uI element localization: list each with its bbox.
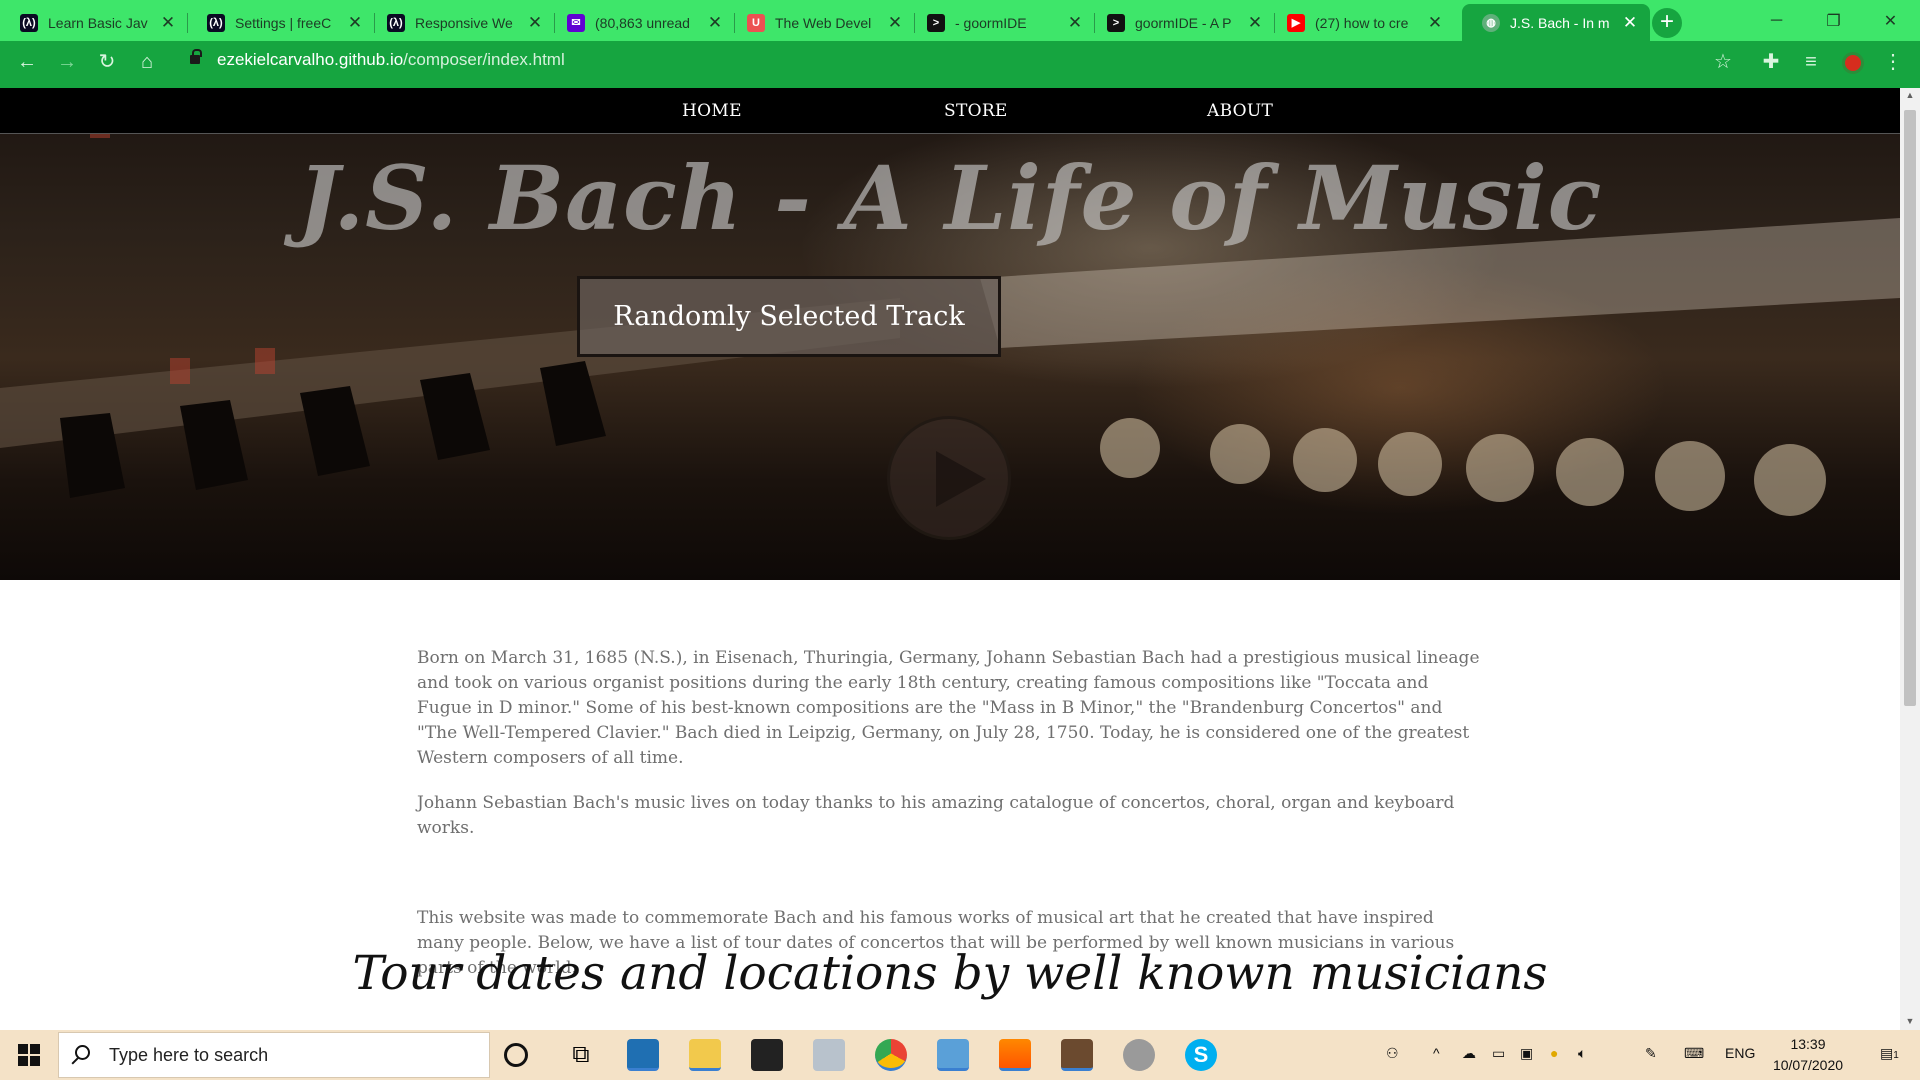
restore-button[interactable]: ❐	[1805, 0, 1862, 41]
vlc-icon[interactable]	[999, 1039, 1031, 1071]
extensions-icon[interactable]: ✚	[1758, 49, 1784, 75]
photos-app-icon[interactable]	[813, 1039, 845, 1071]
language-indicator[interactable]: ENG	[1725, 1045, 1755, 1061]
close-tab-icon[interactable]: ✕	[345, 13, 365, 33]
clock-time: 13:39	[1790, 1036, 1826, 1052]
minimize-button[interactable]: ─	[1748, 0, 1805, 41]
windows-start-icon[interactable]	[18, 1044, 40, 1066]
url-path: /composer/index.html	[403, 50, 565, 69]
freecodecamp-icon: (λ)	[387, 13, 405, 32]
tab-responsive-web-design[interactable]: (λ) Responsive We ✕	[367, 4, 555, 41]
scroll-down-arrow-icon[interactable]: ▼	[1904, 1016, 1916, 1026]
close-tab-icon[interactable]: ✕	[885, 13, 905, 33]
cortana-icon[interactable]	[504, 1043, 528, 1067]
terminal-icon: >	[1107, 13, 1125, 32]
bio-content: Born on March 31, 1685 (N.S.), in Eisena…	[417, 646, 1481, 981]
address-bar[interactable]: ezekielcarvalho.github.io/composer/index…	[217, 50, 565, 70]
tour-dates-heading: Tour dates and locations by well known m…	[352, 946, 1548, 1001]
tab-learn-basic-javascript[interactable]: (λ) Learn Basic Jav ✕	[0, 4, 188, 41]
onedrive-cloud-icon[interactable]: ☁	[1462, 1045, 1476, 1062]
profile-avatar[interactable]	[1840, 49, 1866, 75]
yahoo-mail-icon: ✉	[567, 13, 585, 32]
mail-app-icon[interactable]	[751, 1039, 783, 1071]
close-tab-icon[interactable]: ✕	[1425, 13, 1445, 33]
web-page: HOME STORE ABOUT J.S. Bach - A Life of M…	[0, 88, 1900, 1030]
lock-icon[interactable]	[190, 49, 202, 64]
clock-date: 10/07/2020	[1772, 1057, 1844, 1073]
show-hidden-icons-chevron-icon[interactable]: ^	[1433, 1045, 1440, 1061]
search-icon	[75, 1045, 90, 1060]
pen-ink-icon[interactable]: ✎	[1645, 1045, 1657, 1062]
tab-web-developer[interactable]: U The Web Devel ✕	[727, 4, 915, 41]
bookmark-star-icon[interactable]: ☆	[1710, 49, 1736, 75]
hero-title: J.S. Bach - A Life of Music	[297, 146, 1603, 250]
close-tab-icon[interactable]: ✕	[158, 13, 178, 33]
close-window-button[interactable]: ✕	[1862, 0, 1919, 41]
bio-paragraph-1: Born on March 31, 1685 (N.S.), in Eisena…	[417, 648, 1480, 768]
bio-paragraph-2: Johann Sebastian Bach's music lives on t…	[417, 793, 1455, 838]
home-icon[interactable]: ⌂	[134, 49, 160, 75]
freecodecamp-icon: (λ)	[207, 13, 225, 32]
windows-taskbar: Type here to search ⧉ S ⚇ ^ ☁ ▭ ▣ ● 🔈︎ ✎…	[0, 1030, 1920, 1080]
skype-icon[interactable]: S	[1185, 1039, 1217, 1071]
battery-icon[interactable]: ▭	[1492, 1045, 1505, 1062]
brackets-app-icon[interactable]	[627, 1039, 659, 1071]
scrollbar-thumb[interactable]	[1904, 110, 1916, 706]
clock-app-icon[interactable]	[1123, 1039, 1155, 1071]
close-tab-icon[interactable]: ✕	[705, 13, 725, 33]
site-nav: HOME STORE ABOUT	[0, 88, 1900, 134]
notification-count: 1	[1893, 1050, 1899, 1061]
task-view-icon[interactable]: ⧉	[565, 1039, 597, 1071]
youtube-icon: ▶	[1287, 13, 1305, 32]
file-explorer-icon[interactable]	[689, 1039, 721, 1071]
taskbar-search-box[interactable]: Type here to search	[58, 1032, 490, 1078]
tab-yahoo-mail[interactable]: ✉ (80,863 unread ✕	[547, 4, 735, 41]
back-icon[interactable]: ←	[14, 49, 40, 75]
nav-home-link[interactable]: HOME	[682, 101, 742, 121]
taskbar-clock[interactable]: 13:39 10/07/2020	[1768, 1034, 1848, 1076]
menu-kebab-icon[interactable]: ⋮	[1880, 49, 1906, 75]
tab-youtube[interactable]: ▶ (27) how to cre ✕	[1267, 4, 1455, 41]
terminal-icon: >	[927, 13, 945, 32]
random-track-button[interactable]: Randomly Selected Track	[577, 276, 1001, 357]
people-icon[interactable]: ⚇	[1386, 1045, 1399, 1062]
scroll-up-arrow-icon[interactable]: ▲	[1904, 90, 1916, 100]
touch-keyboard-icon[interactable]: ⌨	[1684, 1045, 1704, 1062]
network-icon[interactable]: ▣	[1520, 1045, 1533, 1062]
nav-store-link[interactable]: STORE	[944, 101, 1008, 121]
udemy-icon: U	[747, 13, 765, 32]
forward-icon[interactable]: →	[54, 49, 80, 75]
url-host: ezekielcarvalho.github.io	[217, 50, 404, 69]
nav-about-link[interactable]: ABOUT	[1207, 101, 1273, 121]
volume-icon[interactable]: 🔈︎	[1578, 1045, 1586, 1062]
close-tab-icon[interactable]: ✕	[1245, 13, 1265, 33]
hero-section: HOME STORE ABOUT J.S. Bach - A Life of M…	[0, 88, 1900, 580]
close-tab-icon[interactable]: ✕	[1065, 13, 1085, 33]
reload-icon[interactable]: ↻	[94, 49, 120, 75]
media-control-icon[interactable]: ≡	[1798, 49, 1824, 75]
tab-js-bach[interactable]: ◍ J.S. Bach - In m ✕	[1462, 4, 1650, 41]
action-center-icon[interactable]: ▤1	[1880, 1045, 1899, 1062]
control-panel-icon[interactable]	[937, 1039, 969, 1071]
tab-settings-freecodecamp[interactable]: (λ) Settings | freeC ✕	[187, 4, 375, 41]
close-tab-icon[interactable]: ✕	[525, 13, 545, 33]
browser-tab-bar: (λ) Learn Basic Jav ✕ (λ) Settings | fre…	[0, 0, 1920, 41]
game-app-icon[interactable]	[1061, 1039, 1093, 1071]
globe-icon: ◍	[1482, 13, 1500, 32]
close-tab-icon[interactable]: ✕	[1620, 13, 1640, 33]
tab-goormide-2[interactable]: > goormIDE - A P ✕	[1087, 4, 1275, 41]
norton-icon[interactable]: ●	[1550, 1045, 1558, 1061]
freecodecamp-icon: (λ)	[20, 13, 38, 32]
new-tab-button[interactable]: +	[1652, 8, 1682, 38]
taskbar-search-placeholder: Type here to search	[109, 1045, 269, 1065]
tab-goormide[interactable]: > - goormIDE ✕	[907, 4, 1095, 41]
chrome-icon[interactable]	[875, 1039, 907, 1071]
play-button[interactable]	[887, 416, 1011, 540]
